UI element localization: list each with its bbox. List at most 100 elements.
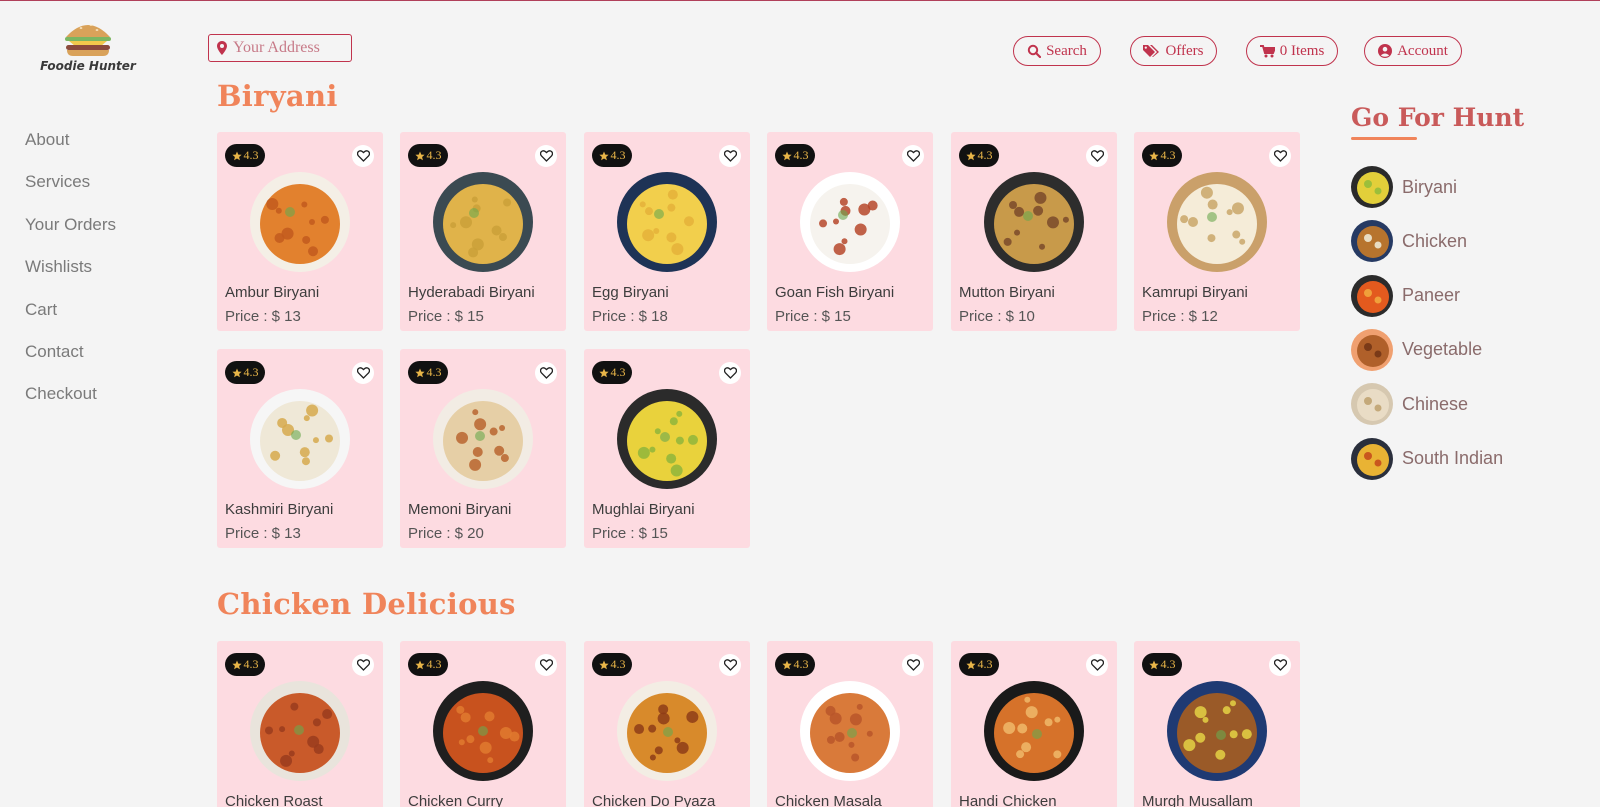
food-name[interactable]: Mutton Biryani (959, 284, 1055, 301)
food-image[interactable] (984, 172, 1084, 272)
rating-badge: 4.3 (1142, 653, 1182, 676)
hunt-item-south-indian[interactable]: South Indian (1351, 437, 1503, 480)
food-image[interactable] (250, 681, 350, 781)
food-name[interactable]: Handi Chicken (959, 793, 1057, 807)
food-name[interactable]: Mughlai Biryani (592, 501, 695, 518)
food-name[interactable]: Memoni Biryani (408, 501, 511, 518)
wishlist-heart-button[interactable] (352, 362, 374, 384)
food-price: Price : $ 13 (225, 525, 301, 542)
food-image[interactable] (1167, 681, 1267, 781)
food-image[interactable] (617, 389, 717, 489)
star-icon (598, 660, 609, 669)
wishlist-heart-button[interactable] (352, 654, 374, 676)
wishlist-heart-button[interactable] (902, 145, 924, 167)
food-card-chicken-do-pyaza[interactable]: 4.3 Chicken Do Pyaza (584, 641, 750, 807)
food-name[interactable]: Chicken Curry (408, 793, 503, 807)
address-input[interactable] (233, 39, 343, 57)
food-card-hyderabadi-biryani[interactable]: 4.3 Hyderabadi Biryani Price : $ 15 (400, 132, 566, 331)
search-button[interactable]: Search (1013, 36, 1101, 66)
offers-button[interactable]: Offers (1130, 36, 1217, 66)
wishlist-heart-button[interactable] (535, 362, 557, 384)
food-card-mutton-biryani[interactable]: 4.3 Mutton Biryani Price : $ 10 (951, 132, 1117, 331)
brand-name: Foodie Hunter (40, 59, 136, 73)
food-name[interactable]: Egg Biryani (592, 284, 669, 301)
food-card-chicken-roast[interactable]: 4.3 Chicken Roast (217, 641, 383, 807)
wishlist-heart-button[interactable] (535, 654, 557, 676)
food-image[interactable] (617, 172, 717, 272)
food-card-ambur-biryani[interactable]: 4.3 Ambur Biryani Price : $ 13 (217, 132, 383, 331)
address-field[interactable] (208, 34, 352, 62)
food-image[interactable] (433, 389, 533, 489)
rating-value: 4.3 (426, 365, 442, 379)
food-image[interactable] (984, 681, 1084, 781)
food-card-egg-biryani[interactable]: 4.3 Egg Biryani Price : $ 18 (584, 132, 750, 331)
hunt-item-paneer[interactable]: Paneer (1351, 274, 1460, 317)
rating-value: 4.3 (793, 148, 809, 162)
sidebar-item-wishlists[interactable]: Wishlists (25, 256, 116, 298)
sidebar-item-checkout[interactable]: Checkout (25, 383, 116, 425)
star-icon (965, 151, 976, 160)
wishlist-heart-button[interactable] (1086, 145, 1108, 167)
sidebar-item-contact[interactable]: Contact (25, 341, 116, 383)
food-card-chicken-curry[interactable]: 4.3 Chicken Curry (400, 641, 566, 807)
food-card-chicken-masala[interactable]: 4.3 Chicken Masala (767, 641, 933, 807)
food-card-memoni-biryani[interactable]: 4.3 Memoni Biryani Price : $ 20 (400, 349, 566, 548)
wishlist-heart-button[interactable] (719, 362, 741, 384)
food-image[interactable] (433, 172, 533, 272)
food-name[interactable]: Chicken Masala (775, 793, 882, 807)
food-name[interactable]: Hyderabadi Biryani (408, 284, 535, 301)
rating-value: 4.3 (610, 365, 626, 379)
wishlist-heart-button[interactable] (535, 145, 557, 167)
food-image[interactable] (433, 681, 533, 781)
food-image[interactable] (250, 389, 350, 489)
cart-label: 0 Items (1279, 42, 1325, 59)
food-image[interactable] (1167, 172, 1267, 272)
food-card-kamrupi-biryani[interactable]: 4.3 Kamrupi Biryani Price : $ 12 (1134, 132, 1300, 331)
food-image[interactable] (800, 172, 900, 272)
hunt-item-biryani[interactable]: Biryani (1351, 166, 1457, 208)
account-button[interactable]: Account (1364, 36, 1462, 66)
star-icon (781, 660, 792, 669)
hunt-item-chinese[interactable]: Chinese (1351, 383, 1468, 426)
wishlist-heart-button[interactable] (352, 145, 374, 167)
food-image[interactable] (250, 172, 350, 272)
hunt-item-chicken[interactable]: Chicken (1351, 220, 1468, 263)
heart-icon (539, 659, 553, 671)
food-image[interactable] (800, 681, 900, 781)
hunt-item-vegetable[interactable]: Vegetable (1351, 328, 1482, 371)
wishlist-heart-button[interactable] (902, 654, 924, 676)
heart-icon (539, 150, 553, 162)
food-name[interactable]: Kamrupi Biryani (1142, 284, 1248, 301)
rating-value: 4.3 (793, 657, 809, 671)
wishlist-heart-button[interactable] (1086, 654, 1108, 676)
wishlist-heart-button[interactable] (1269, 145, 1291, 167)
rating-badge: 4.3 (959, 144, 999, 167)
hunt-title: Go For Hunt (1351, 103, 1525, 132)
rating-badge: 4.3 (1142, 144, 1182, 167)
sidebar-item-about[interactable]: About (25, 129, 116, 171)
sidebar-item-services[interactable]: Services (25, 171, 116, 213)
food-name[interactable]: Murgh Musallam (1142, 793, 1253, 807)
food-name[interactable]: Kashmiri Biryani (225, 501, 333, 518)
food-card-kashmiri-biryani[interactable]: 4.3 Kashmiri Biryani Price : $ 13 (217, 349, 383, 548)
category-label: Chicken (1402, 230, 1468, 251)
cart-button[interactable]: 0 Items (1246, 36, 1338, 66)
food-name[interactable]: Chicken Do Pyaza (592, 793, 715, 807)
star-icon (414, 368, 425, 377)
food-name[interactable]: Chicken Roast (225, 793, 323, 807)
wishlist-heart-button[interactable] (719, 654, 741, 676)
star-icon (231, 660, 242, 669)
food-card-mughlai-biryani[interactable]: 4.3 Mughlai Biryani Price : $ 15 (584, 349, 750, 548)
food-name[interactable]: Ambur Biryani (225, 284, 319, 301)
brand-logo[interactable]: Foodie Hunter (40, 19, 136, 73)
food-card-goan-fish-biryani[interactable]: 4.3 Goan Fish Biryani Price : $ 15 (767, 132, 933, 331)
section-title-chicken: Chicken Delicious (217, 587, 516, 621)
sidebar-item-your-orders[interactable]: Your Orders (25, 214, 116, 256)
food-card-murgh-musallam[interactable]: 4.3 Murgh Musallam (1134, 641, 1300, 807)
sidebar-item-cart[interactable]: Cart (25, 299, 116, 341)
wishlist-heart-button[interactable] (1269, 654, 1291, 676)
food-card-handi-chicken[interactable]: 4.3 Handi Chicken (951, 641, 1117, 807)
food-name[interactable]: Goan Fish Biryani (775, 284, 894, 301)
wishlist-heart-button[interactable] (719, 145, 741, 167)
food-image[interactable] (617, 681, 717, 781)
